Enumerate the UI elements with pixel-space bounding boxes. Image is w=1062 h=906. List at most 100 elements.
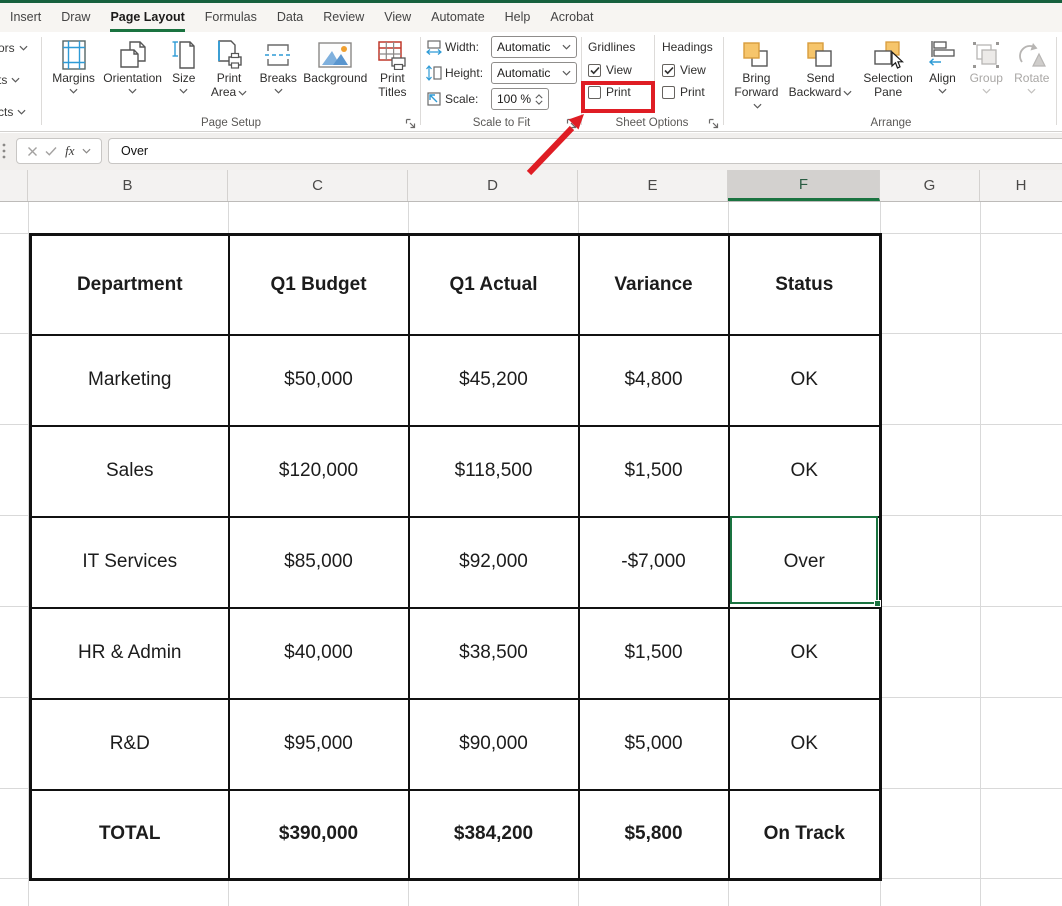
cell[interactable]: $118,500 [409, 426, 579, 517]
header-cell[interactable]: Variance [579, 235, 729, 335]
scale-spinner[interactable]: 100 % [491, 88, 549, 110]
header-cell[interactable]: Q1 Actual [409, 235, 579, 335]
cell[interactable]: $40,000 [229, 608, 409, 699]
table-row: HR & Admin $40,000 $38,500 $1,500 OK [31, 608, 881, 699]
background-label: Background [303, 72, 367, 86]
cell[interactable]: TOTAL [31, 790, 229, 880]
column-header-f-selected[interactable]: F [728, 170, 880, 201]
cell[interactable]: Marketing [31, 335, 229, 426]
cell[interactable]: HR & Admin [31, 608, 229, 699]
group-divider [581, 37, 582, 125]
cell[interactable]: R&D [31, 699, 229, 790]
sheet-options-dialog-launcher[interactable] [708, 116, 720, 128]
checkbox-unchecked-icon [588, 86, 601, 99]
spin-down-icon[interactable] [535, 100, 543, 105]
column-header-d[interactable]: D [408, 170, 578, 201]
column-header-b[interactable]: B [28, 170, 228, 201]
checkbox-checked-icon [588, 64, 601, 77]
formula-bar-grip-icon[interactable] [2, 142, 6, 165]
cell[interactable]: $384,200 [409, 790, 579, 880]
tab-page-layout[interactable]: Page Layout [110, 3, 184, 32]
theme-colors-button[interactable]: ors [0, 41, 40, 55]
cell[interactable]: OK [729, 426, 881, 517]
tab-data[interactable]: Data [277, 3, 303, 32]
tab-formulas[interactable]: Formulas [205, 3, 257, 32]
cell[interactable]: $5,800 [579, 790, 729, 880]
cell[interactable]: IT Services [31, 517, 229, 608]
header-cell[interactable]: Status [729, 235, 881, 335]
cell[interactable]: $1,500 [579, 426, 729, 517]
height-icon [426, 65, 442, 81]
cell[interactable]: $120,000 [229, 426, 409, 517]
cell[interactable]: $85,000 [229, 517, 409, 608]
header-cell[interactable]: Department [31, 235, 229, 335]
column-header-e[interactable]: E [578, 170, 728, 201]
worksheet-grid[interactable]: Department Q1 Budget Q1 Actual Variance … [0, 202, 1062, 906]
sheet-options-group-label: Sheet Options [583, 117, 721, 129]
spin-up-icon[interactable] [535, 94, 543, 99]
arrange-group: Bring Forward Send Backward Selection Pa… [726, 32, 1056, 132]
gridlines-print-checkbox[interactable]: Print [588, 82, 647, 102]
tab-acrobat[interactable]: Acrobat [550, 3, 593, 32]
tab-help[interactable]: Help [505, 3, 531, 32]
breaks-button[interactable]: Breaks [256, 37, 301, 94]
headings-print-checkbox[interactable]: Print [662, 82, 717, 102]
cell[interactable]: OK [729, 335, 881, 426]
cell[interactable]: $1,500 [579, 608, 729, 699]
cell[interactable]: Sales [31, 426, 229, 517]
formula-input[interactable]: Over [108, 138, 1062, 164]
tab-automate[interactable]: Automate [431, 3, 485, 32]
gridlines-column: Gridlines View Print [585, 40, 647, 104]
chevron-down-icon[interactable] [82, 148, 91, 154]
align-button[interactable]: Align [923, 37, 962, 94]
cell[interactable]: $390,000 [229, 790, 409, 880]
cell[interactable]: $50,000 [229, 335, 409, 426]
rotate-icon [1016, 38, 1048, 72]
cell[interactable]: $95,000 [229, 699, 409, 790]
send-backward-button[interactable]: Send Backward [788, 37, 853, 99]
header-cell[interactable]: Q1 Budget [229, 235, 409, 335]
page-setup-dialog-launcher[interactable] [405, 116, 417, 128]
margins-button[interactable]: Margins [47, 37, 100, 94]
gridlines-view-checkbox[interactable]: View [588, 60, 647, 80]
align-icon [928, 38, 956, 72]
tab-draw[interactable]: Draw [61, 3, 90, 32]
column-header-c[interactable]: C [228, 170, 408, 201]
cell[interactable]: -$7,000 [579, 517, 729, 608]
table-total-row: TOTAL $390,000 $384,200 $5,800 On Track [31, 790, 881, 880]
enter-check-icon[interactable] [45, 146, 57, 156]
size-button[interactable]: Size [165, 37, 202, 94]
column-header-g[interactable]: G [880, 170, 980, 201]
scale-to-fit-dialog-launcher[interactable] [566, 116, 578, 128]
cell[interactable]: $4,800 [579, 335, 729, 426]
cell[interactable]: $38,500 [409, 608, 579, 699]
theme-effects-button[interactable]: cts [0, 105, 40, 119]
theme-fonts-button[interactable]: ts [0, 73, 40, 87]
orientation-button[interactable]: Orientation [102, 37, 163, 94]
cancel-icon[interactable] [27, 146, 38, 157]
height-select[interactable]: Automatic [491, 62, 577, 84]
cell[interactable]: OK [729, 699, 881, 790]
column-header-a-partial[interactable] [0, 170, 28, 201]
tab-insert[interactable]: Insert [10, 3, 41, 32]
background-button[interactable]: Background [303, 37, 368, 86]
print-area-button[interactable]: Print Area [204, 37, 253, 99]
cell[interactable]: $90,000 [409, 699, 579, 790]
chevron-down-icon [843, 90, 852, 96]
column-header-h[interactable]: H [980, 170, 1062, 201]
insert-function-button[interactable]: fx [65, 143, 74, 159]
width-select[interactable]: Automatic [491, 36, 577, 58]
selected-cell[interactable]: Over [729, 517, 881, 608]
bring-forward-button[interactable]: Bring Forward [729, 37, 784, 113]
selection-pane-button[interactable]: Selection Pane [857, 37, 919, 99]
cell[interactable]: $5,000 [579, 699, 729, 790]
cell[interactable]: OK [729, 608, 881, 699]
cell[interactable]: $92,000 [409, 517, 579, 608]
cell[interactable]: $45,200 [409, 335, 579, 426]
headings-view-checkbox[interactable]: View [662, 60, 717, 80]
cell[interactable]: On Track [729, 790, 881, 880]
group-divider [723, 37, 724, 125]
print-titles-button[interactable]: Print Titles [370, 37, 415, 99]
tab-view[interactable]: View [384, 3, 411, 32]
tab-review[interactable]: Review [323, 3, 364, 32]
